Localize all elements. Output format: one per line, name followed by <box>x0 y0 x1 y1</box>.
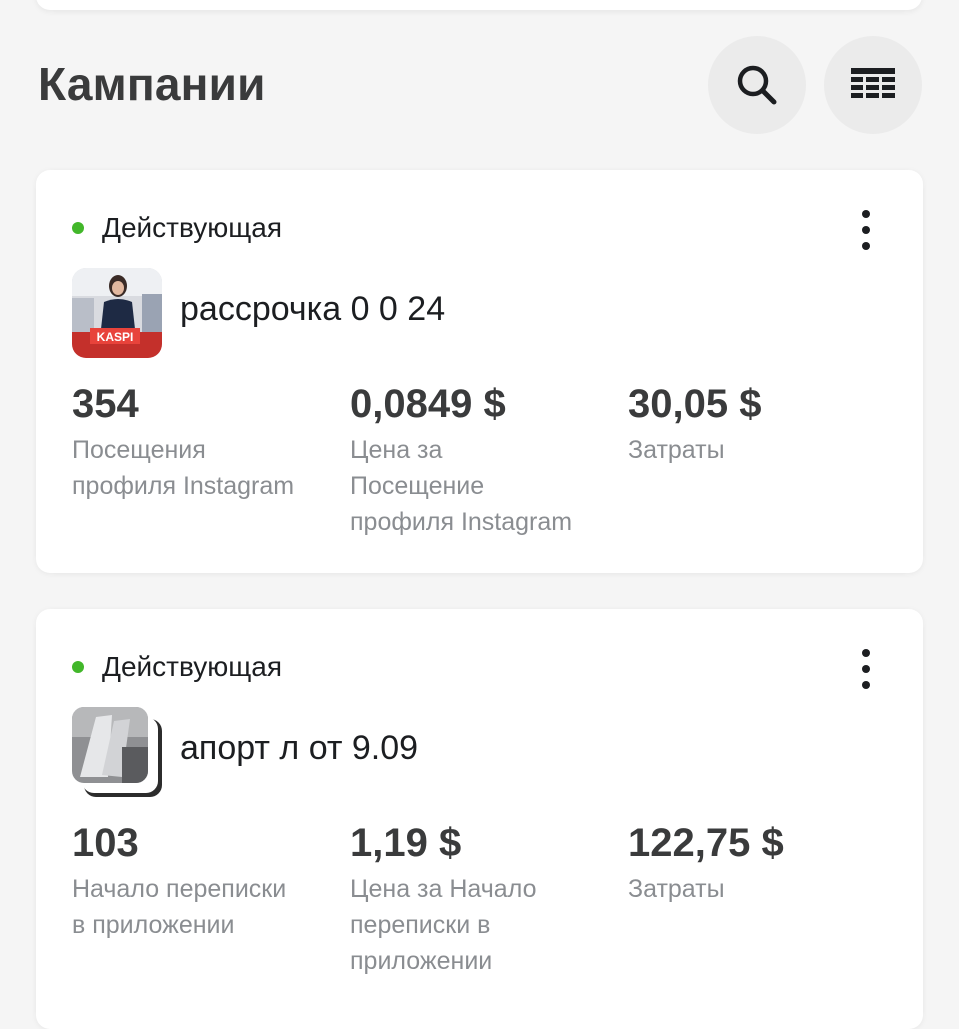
page-header: Кампании <box>0 35 959 135</box>
metric-spend: 30,05 $ Затраты <box>628 378 890 468</box>
more-dot <box>862 210 870 218</box>
more-options-button[interactable] <box>851 210 881 250</box>
metric-label: Цена за Посещение профиля Instagram <box>350 436 573 536</box>
status-badge: Действующая <box>72 651 282 683</box>
metric-results: 354 Посещения профиля Instagram <box>72 378 334 504</box>
metric-label: Затраты <box>628 436 725 464</box>
more-options-button[interactable] <box>851 649 881 689</box>
metric-value: 1,19 $ <box>350 821 462 865</box>
campaign-name[interactable]: рассрочка 0 0 24 <box>180 290 445 329</box>
status-badge: Действующая <box>72 212 282 244</box>
metric-cost-per-result: 0,0849 $ Цена за Посещение профиля Insta… <box>350 378 612 540</box>
metric-results: 103 Начало переписки в приложении <box>72 817 334 943</box>
metric-label: Начало переписки в приложении <box>72 875 287 939</box>
metric-value: 122,75 $ <box>628 821 784 865</box>
metric-spend: 122,75 $ Затраты <box>628 817 890 907</box>
metric-cost-per-result: 1,19 $ Цена за Начало переписки в прилож… <box>350 817 612 979</box>
metric-value: 103 <box>72 821 139 865</box>
table-icon <box>851 68 895 98</box>
metric-label: Затраты <box>628 875 725 903</box>
search-icon <box>737 65 777 105</box>
metric-label: Посещения профиля Instagram <box>72 436 295 500</box>
status-dot <box>72 661 84 673</box>
campaign-thumbnail: KASPI <box>72 268 162 358</box>
more-dot <box>862 649 870 657</box>
metric-label: Цена за Начало переписки в приложении <box>350 875 537 975</box>
more-dot <box>862 681 870 689</box>
more-dot <box>862 665 870 673</box>
status-label: Действующая <box>102 651 283 682</box>
campaign-card[interactable]: Действующая KASPI рассрочка 0 0 24 354 П… <box>36 170 923 573</box>
more-dot <box>862 242 870 250</box>
status-dot <box>72 222 84 234</box>
previous-card-edge <box>36 0 922 10</box>
thumbnail-logo-text: KASPI <box>97 330 134 344</box>
page-title: Кампании <box>38 58 266 110</box>
more-dot <box>862 226 870 234</box>
metric-value: 354 <box>72 382 139 426</box>
search-button[interactable] <box>708 36 806 134</box>
metric-value: 30,05 $ <box>628 382 762 426</box>
campaign-card[interactable]: Действующая апорт л от 9.09 103 Начало п… <box>36 609 923 1029</box>
campaign-thumbnail-stack <box>72 707 162 797</box>
table-view-button[interactable] <box>824 36 922 134</box>
status-label: Действующая <box>102 212 283 243</box>
metric-value: 0,0849 $ <box>350 382 506 426</box>
campaign-name[interactable]: апорт л от 9.09 <box>180 729 418 768</box>
